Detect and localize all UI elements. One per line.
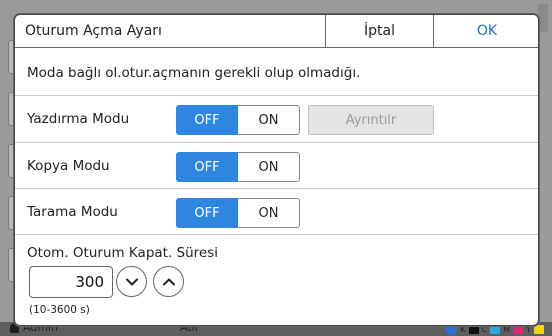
increase-button[interactable] [153, 266, 184, 297]
print-mode-toggle: OFF ON [176, 105, 300, 135]
dialog-header: Oturum Açma Ayarı İptal OK [15, 15, 538, 48]
print-mode-row: Yazdırma Modu OFF ON Ayrıntılr [15, 95, 538, 143]
chevron-up-icon [162, 278, 175, 285]
cancel-button[interactable]: İptal [325, 15, 433, 47]
print-mode-label: Yazdırma Modu [27, 111, 130, 127]
scan-mode-on-button[interactable]: ON [238, 198, 300, 228]
print-mode-on-button[interactable]: ON [238, 105, 300, 135]
decrease-button[interactable] [116, 266, 147, 297]
print-mode-off-button[interactable]: OFF [176, 105, 238, 135]
scan-mode-off-button[interactable]: OFF [176, 198, 238, 228]
copy-mode-off-button[interactable]: OFF [176, 152, 238, 182]
copy-mode-label: Kopya Modu [27, 158, 110, 174]
section-divider [15, 234, 538, 235]
scan-mode-row: Tarama Modu OFF ON [15, 188, 538, 236]
login-settings-dialog: Oturum Açma Ayarı İptal OK Moda bağlı ol… [14, 14, 539, 326]
copy-mode-row: Kopya Modu OFF ON [15, 142, 538, 190]
dialog-title: Oturum Açma Ayarı [25, 23, 162, 39]
auto-logout-input[interactable]: 300 [29, 266, 113, 298]
dialog-description: Moda bağlı ol.otur.açmanın gerekli olup … [27, 65, 361, 81]
background-scroll-edge [538, 4, 548, 32]
auto-logout-range: (10-3600 s) [29, 304, 90, 316]
auto-logout-label: Otom. Oturum Kapat. Süresi [27, 245, 219, 261]
ok-button[interactable]: OK [433, 15, 538, 47]
details-button[interactable]: Ayrıntılr [308, 105, 434, 135]
scan-mode-label: Tarama Modu [27, 204, 118, 220]
copy-mode-on-button[interactable]: ON [238, 152, 300, 182]
chevron-down-icon [125, 278, 138, 285]
copy-mode-toggle: OFF ON [176, 152, 300, 182]
scan-mode-toggle: OFF ON [176, 198, 300, 228]
